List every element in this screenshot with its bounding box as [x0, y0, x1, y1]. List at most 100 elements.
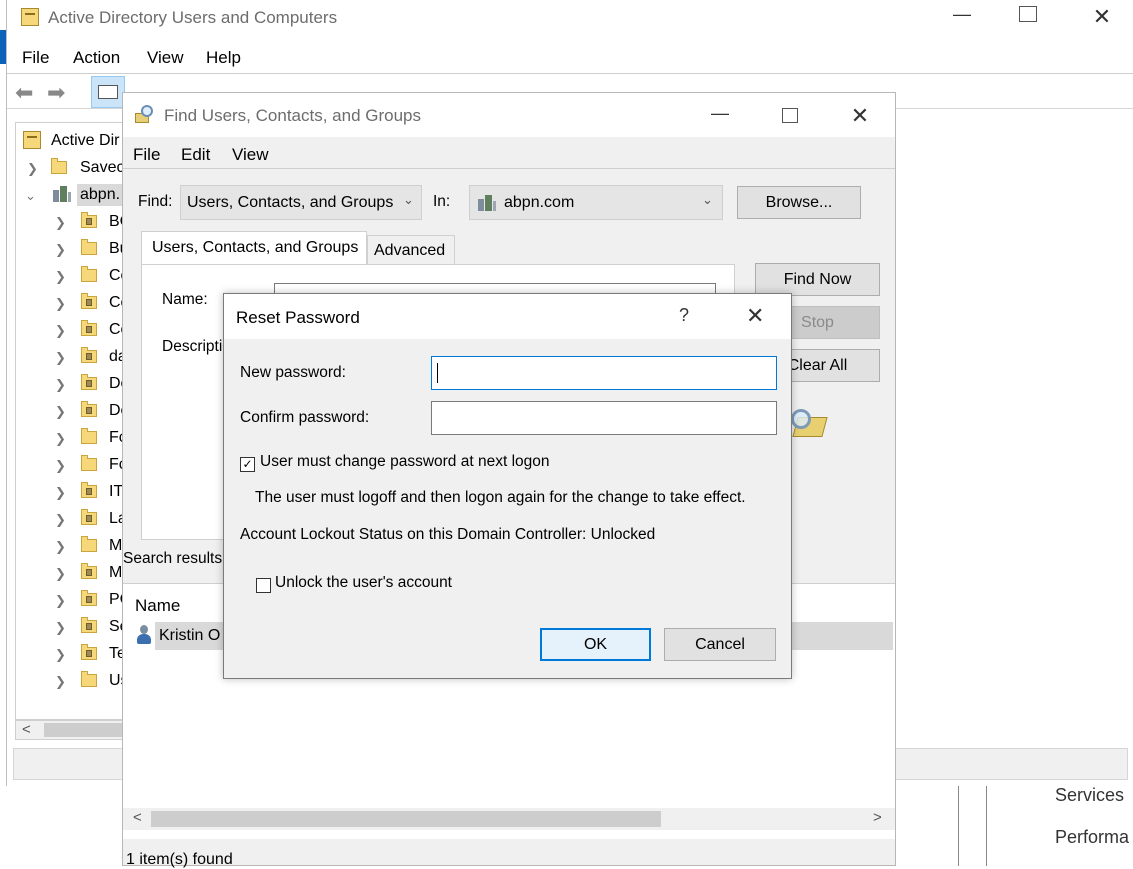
ou-folder-icon [81, 644, 97, 660]
search-animation-icon [791, 405, 831, 445]
tab-label: Advanced [374, 242, 446, 259]
scroll-thumb[interactable] [44, 723, 134, 737]
back-icon[interactable]: ⬅ [15, 82, 41, 104]
scroll-left-icon[interactable]: < [22, 721, 31, 738]
chevron-right-icon[interactable]: ❯ [55, 620, 66, 636]
ou-folder-icon [81, 347, 97, 363]
results-hscrollbar[interactable]: < > [123, 808, 895, 830]
chevron-right-icon[interactable]: ❯ [55, 512, 66, 528]
tree-item-saved[interactable]: Savec [80, 159, 124, 177]
tree-item-child[interactable]: M [109, 564, 122, 582]
name-label: Name: [162, 291, 208, 308]
unlock-checkbox[interactable] [256, 578, 271, 593]
ou-folder-icon [81, 320, 97, 336]
chevron-right-icon[interactable]: ❯ [55, 485, 66, 501]
folder-icon [81, 671, 97, 687]
search-results-label: Search results: [123, 550, 227, 567]
ou-folder-icon [81, 212, 97, 228]
chevron-right-icon[interactable]: ❯ [55, 323, 66, 339]
find-close-button[interactable]: ✕ [845, 103, 875, 129]
scroll-thumb[interactable] [151, 811, 661, 827]
tree-item-child[interactable]: M [109, 537, 122, 555]
chevron-right-icon[interactable]: ❯ [55, 566, 66, 582]
tab-label: Users, Contacts, and Groups [152, 239, 359, 256]
background-item-performance[interactable]: Performa [1055, 827, 1129, 848]
find-now-button[interactable]: Find Now [755, 263, 880, 296]
window-title: Active Directory Users and Computers [48, 8, 338, 27]
cancel-button[interactable]: Cancel [664, 628, 776, 661]
background-window-lines-2 [986, 786, 987, 866]
domain-icon [51, 184, 71, 204]
tab-users-contacts-groups[interactable]: Users, Contacts, and Groups [141, 231, 367, 265]
find-maximize-button[interactable] [782, 108, 798, 123]
chevron-down-icon: ⌄ [403, 192, 414, 207]
must-change-checkbox[interactable]: ✓ [240, 457, 255, 472]
column-header-name[interactable]: Name [135, 596, 180, 616]
find-menu-edit[interactable]: Edit [181, 145, 210, 165]
chevron-right-icon[interactable]: ❯ [55, 404, 66, 420]
in-label: In: [433, 193, 451, 210]
ou-folder-icon [81, 563, 97, 579]
find-menu-view[interactable]: View [232, 145, 269, 165]
ou-folder-icon [81, 590, 97, 606]
maximize-button[interactable] [1019, 6, 1037, 22]
scroll-right-icon[interactable]: > [873, 809, 882, 826]
close-icon[interactable]: ✕ [746, 303, 764, 329]
chevron-right-icon[interactable]: ❯ [55, 458, 66, 474]
show-hide-tree-icon[interactable] [91, 76, 125, 108]
find-minimize-button[interactable]: — [705, 103, 735, 124]
minimize-button[interactable]: — [947, 4, 977, 25]
find-type-select[interactable]: Users, Contacts, and Groups ⌄ [180, 185, 422, 220]
description-label: Descriptic [162, 338, 231, 355]
unlock-label[interactable]: Unlock the user's account [275, 574, 452, 592]
menu-view[interactable]: View [147, 48, 184, 68]
reset-password-dialog: Reset Password ? ✕ New password: Confirm… [223, 293, 792, 679]
tree-hscrollbar[interactable]: < [15, 720, 135, 740]
chevron-right-icon[interactable]: ❯ [55, 377, 66, 393]
chevron-right-icon[interactable]: ❯ [55, 215, 66, 231]
chevron-right-icon[interactable]: ❯ [55, 431, 66, 447]
ok-button[interactable]: OK [540, 628, 651, 661]
new-password-field[interactable] [431, 356, 777, 390]
chevron-right-icon[interactable]: ❯ [55, 296, 66, 312]
browse-button[interactable]: Browse... [737, 186, 861, 219]
find-status-bar: 1 item(s) found [126, 851, 233, 868]
close-button[interactable]: ✕ [1087, 4, 1117, 30]
info-text: The user must logoff and then logon agai… [255, 489, 746, 506]
chevron-right-icon[interactable]: ❯ [55, 269, 66, 285]
help-button[interactable]: ? [679, 305, 689, 326]
folder-icon [81, 266, 97, 282]
tree-domain-label: abpn. [80, 186, 121, 203]
background-item-services[interactable]: Services [1055, 785, 1124, 806]
ou-folder-icon [81, 509, 97, 525]
scroll-left-icon[interactable]: < [133, 809, 142, 826]
chevron-right-icon[interactable]: ❯ [27, 161, 38, 177]
chevron-down-icon[interactable]: ⌄ [25, 188, 36, 204]
ou-folder-icon [81, 293, 97, 309]
in-value: abpn.com [504, 194, 575, 211]
menu-action[interactable]: Action [73, 48, 120, 68]
find-menu-divider [123, 168, 895, 169]
chevron-right-icon[interactable]: ❯ [55, 674, 66, 690]
chevron-right-icon[interactable]: ❯ [55, 539, 66, 555]
find-menu-file[interactable]: File [133, 145, 160, 165]
menu-file[interactable]: File [22, 48, 49, 68]
forward-icon[interactable]: ➡ [47, 82, 73, 104]
in-select[interactable]: abpn.com ⌄ [469, 185, 723, 220]
tree-root-label[interactable]: Active Dir [51, 132, 119, 150]
confirm-password-field[interactable] [431, 401, 777, 435]
result-name: Kristin O [159, 627, 221, 644]
reset-dialog-title: Reset Password [236, 308, 360, 327]
chevron-right-icon[interactable]: ❯ [55, 242, 66, 258]
chevron-right-icon[interactable]: ❯ [55, 350, 66, 366]
find-type-value: Users, Contacts, and Groups [187, 194, 394, 211]
ou-folder-icon [81, 482, 97, 498]
app-icon [21, 8, 39, 26]
chevron-right-icon[interactable]: ❯ [55, 593, 66, 609]
menu-help[interactable]: Help [206, 48, 241, 68]
must-change-label[interactable]: User must change password at next logon [260, 453, 550, 471]
chevron-right-icon[interactable]: ❯ [55, 647, 66, 663]
lockout-status: Account Lockout Status on this Domain Co… [240, 526, 656, 543]
folder-icon [81, 455, 97, 471]
tab-advanced[interactable]: Advanced [367, 235, 455, 265]
